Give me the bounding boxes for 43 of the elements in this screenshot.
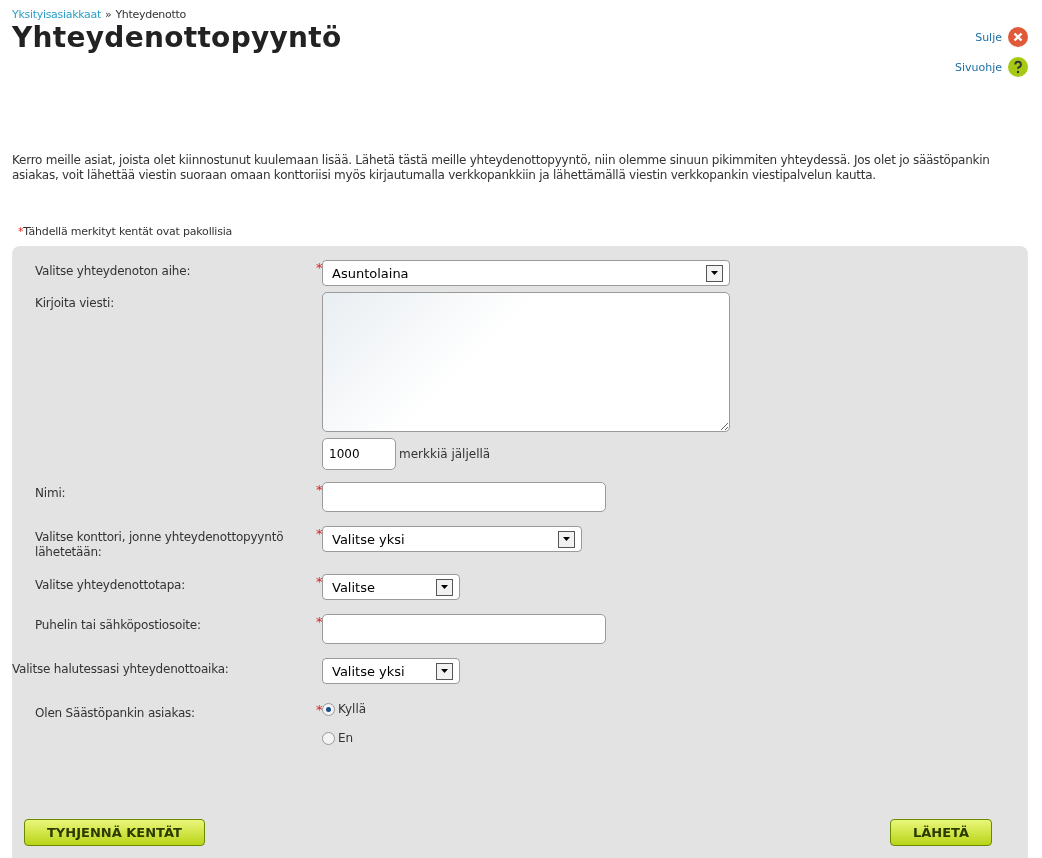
field-label: Nimi:	[34, 485, 67, 502]
required-mark: *	[315, 526, 323, 541]
caret-icon	[706, 264, 723, 282]
required-mark: *	[315, 574, 323, 589]
field-label: Valitse konttori, jonne yhteydenottopyyntö lähetetään:	[34, 529, 285, 560]
field-label: Valitse yhteydenoton aihe:	[34, 263, 192, 280]
required-note: Tähdellä merkityt kentät ovat pakollisia	[23, 225, 233, 238]
required-mark: *	[315, 260, 323, 275]
caret-icon	[558, 530, 575, 548]
character-counter[interactable]: 1000	[322, 438, 396, 470]
submit-button[interactable]: LÄHETÄ	[889, 819, 992, 846]
dropdown-select[interactable]: Valitse	[322, 574, 460, 600]
page-title: Yhteydenottopyyntö	[12, 21, 342, 54]
counter-text: merkkiä jäljellä	[399, 447, 491, 461]
radio-button[interactable]	[322, 731, 335, 745]
field-label: Valitse halutessasi yhteydenottoaika:	[12, 661, 230, 678]
help-icon	[1008, 57, 1028, 77]
field-label: Olen Säästöpankin asiakas:	[34, 705, 196, 722]
radio-button[interactable]	[322, 702, 335, 716]
caret-icon	[436, 578, 453, 596]
message-field[interactable]	[322, 292, 730, 432]
close-icon	[1008, 27, 1028, 47]
required-mark: *	[315, 702, 323, 717]
field-label: Kirjoita viesti:	[34, 295, 115, 312]
field-label: Puhelin tai sähköpostiosoite:	[34, 617, 202, 634]
close-link[interactable]: Sulje	[975, 27, 1028, 47]
required-mark: *	[315, 614, 323, 629]
field-label: Valitse yhteydenottotapa:	[34, 577, 187, 594]
required-mark: *	[18, 225, 24, 238]
breadcrumb-current: Yhteydenotto	[115, 8, 186, 21]
text-field[interactable]	[322, 482, 606, 512]
caret-icon	[436, 662, 453, 680]
dropdown-select[interactable]: Valitse yksi	[322, 526, 582, 552]
dropdown-select[interactable]: Asuntolaina	[322, 260, 730, 286]
breadcrumb-separator: »	[105, 8, 112, 21]
clear-button[interactable]: TYHJENNÄ KENTÄT	[24, 819, 205, 846]
required-mark: *	[315, 482, 323, 497]
intro-text: Kerro meille asiat, joista olet kiinnostunut kuulemaan lisää. Lähetä tästä meille yhteydenottopyyntö, niin olemme sinuun pikimmiten yhteydessä. Jos olet jo säästöpankin asiakas, voit lähettää viestin suoraan omaan konttoriisi myös kirjautumalla verkkopankkiin ja lähettämällä viestin verkkopankin viestipalvelun kautta.	[12, 153, 991, 183]
dropdown-select[interactable]: Valitse yksi	[322, 658, 460, 684]
text-field[interactable]	[322, 614, 606, 644]
radio-option[interactable]: En	[322, 731, 1028, 745]
help-link[interactable]: Sivuohje	[954, 57, 1028, 77]
radio-option[interactable]: Kyllä	[322, 702, 1028, 716]
